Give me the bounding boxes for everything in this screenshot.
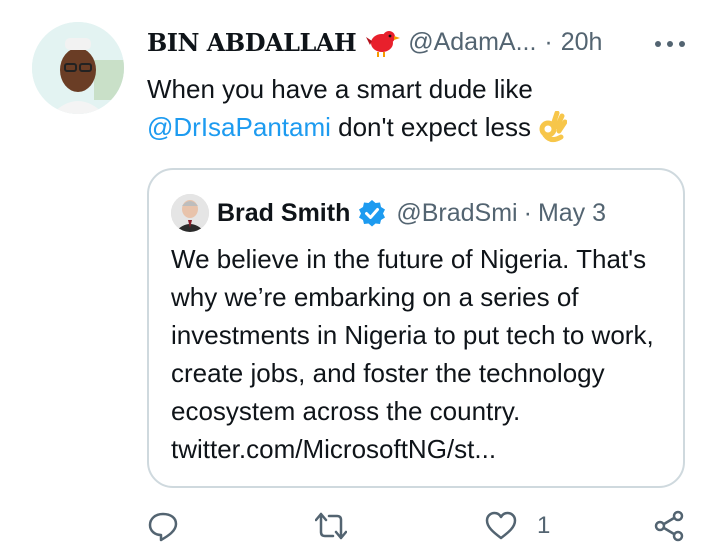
like-count: 1 [537, 512, 551, 539]
verified-badge-icon [358, 199, 386, 227]
tweet-text: When you have a smart dude like @DrIsaPa… [147, 70, 687, 146]
quote-display-name[interactable]: Brad Smith [217, 199, 350, 228]
avatar[interactable] [32, 22, 124, 114]
quote-date[interactable]: May 3 [538, 199, 606, 228]
mention-link[interactable]: @DrIsaPantami [147, 112, 331, 142]
reply-button[interactable] [147, 510, 179, 542]
separator-dot: · [544, 27, 553, 56]
quote-avatar-image [171, 194, 209, 232]
display-name[interactable]: BIN ABDALLAH [147, 28, 357, 57]
like-button[interactable]: 1 [485, 510, 550, 542]
quote-body: We believe in the future of Nigeria. Tha… [171, 244, 654, 426]
quote-header: Brad Smith @BradSmi · May 3 [217, 194, 606, 232]
quote-separator-dot: · [523, 198, 532, 227]
retweet-icon [314, 510, 348, 542]
share-icon [653, 510, 685, 542]
more-dots-icon[interactable] [654, 13, 686, 47]
action-bar: 1 [147, 510, 707, 542]
timestamp[interactable]: 20h [561, 28, 603, 57]
tweet: BIN ABDALLAH @AdamA... · 20h When you ha… [0, 0, 720, 542]
ok-hand-icon [537, 110, 568, 143]
tweet-text-after: don't expect less [330, 112, 531, 142]
avatar-image [32, 22, 124, 114]
share-button[interactable] [653, 510, 685, 542]
user-handle[interactable]: @AdamA... [408, 28, 536, 57]
quoted-tweet[interactable]: Brad Smith @BradSmi · May 3 We believe i… [147, 168, 685, 488]
quote-link[interactable]: twitter.com/MicrosoftNG/st... [171, 434, 496, 464]
reply-icon [147, 510, 179, 542]
tweet-header: BIN ABDALLAH @AdamA... · 20h [147, 22, 707, 62]
quote-user-handle[interactable]: @BradSmi [396, 199, 517, 228]
quote-avatar[interactable] [171, 194, 209, 232]
retweet-button[interactable] [314, 510, 348, 542]
quote-text: We believe in the future of Nigeria. Tha… [171, 240, 671, 468]
heart-icon [485, 510, 517, 542]
tweet-text-before: When you have a smart dude like [147, 74, 533, 104]
bird-icon [366, 27, 401, 57]
